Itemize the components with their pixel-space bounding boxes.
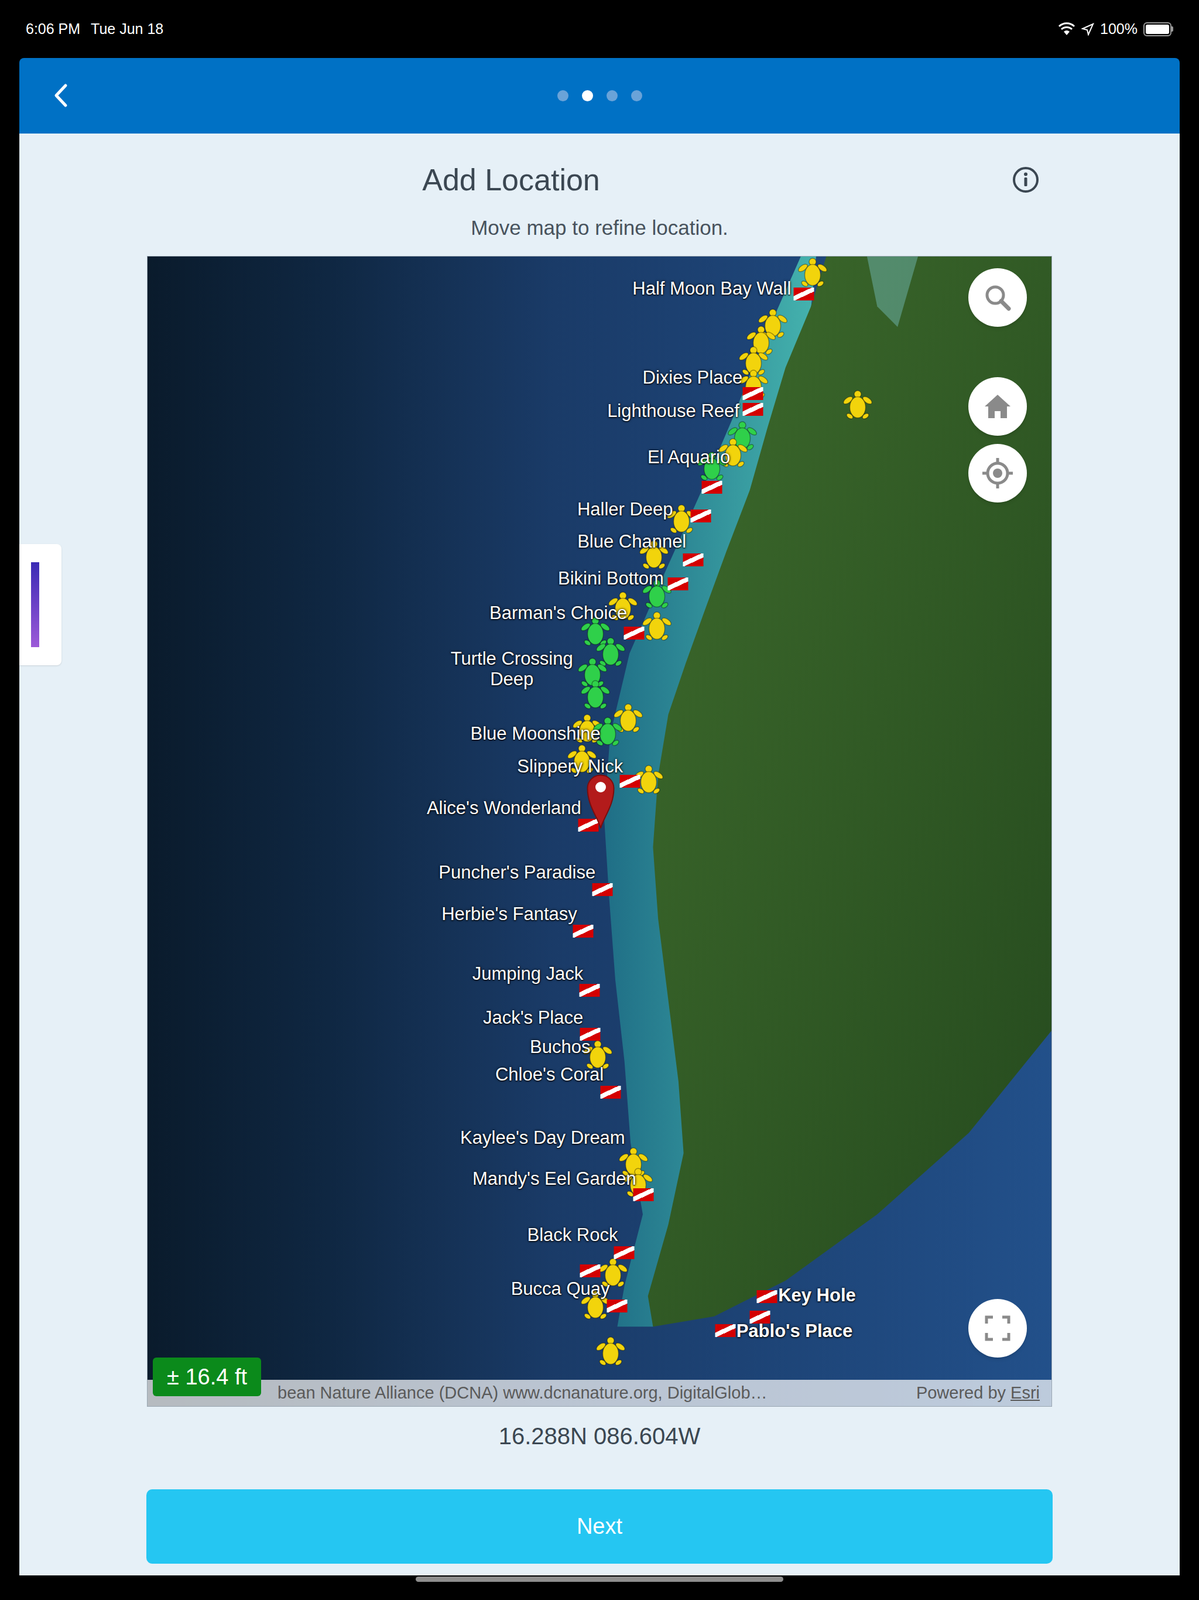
turtle-icon[interactable] bbox=[795, 256, 831, 292]
dive-flag-icon[interactable] bbox=[592, 882, 613, 896]
dive-flag-icon[interactable] bbox=[742, 402, 763, 416]
dive-site-label: Alice's Wonderland bbox=[426, 797, 582, 818]
dive-site-label: Half Moon Bay Wall bbox=[629, 278, 794, 299]
dive-flag-icon[interactable] bbox=[742, 386, 763, 400]
page-indicator bbox=[557, 90, 643, 102]
dive-site-label: Chloe's Coral bbox=[495, 1063, 604, 1085]
dive-flag-icon[interactable] bbox=[577, 818, 599, 832]
dive-site-label: Haller Deep bbox=[577, 498, 674, 519]
fullscreen-icon bbox=[984, 1314, 1011, 1341]
dive-flag-icon[interactable] bbox=[619, 774, 641, 788]
back-button[interactable] bbox=[42, 77, 78, 113]
location-arrow-icon bbox=[1081, 22, 1095, 36]
chevron-left-icon bbox=[52, 83, 68, 108]
dive-site-label: Jack's Place bbox=[482, 1006, 584, 1027]
dive-site-label: Key Hole bbox=[778, 1283, 856, 1305]
accuracy-badge: ± 16.4 ft bbox=[152, 1357, 262, 1396]
dive-site-label: Dixies Place bbox=[642, 366, 743, 387]
search-button[interactable] bbox=[968, 268, 1027, 327]
dive-site-label: Blue Moonshine bbox=[470, 722, 601, 743]
home-button[interactable] bbox=[968, 377, 1027, 436]
home-indicator bbox=[415, 1576, 784, 1582]
battery-fill bbox=[1145, 24, 1170, 34]
dive-flag-icon[interactable] bbox=[633, 1187, 654, 1201]
dive-site-label: Jumping Jack bbox=[472, 962, 584, 983]
dive-flag-icon[interactable] bbox=[573, 924, 594, 938]
dive-site-label: Bikini Bottom bbox=[557, 567, 664, 589]
status-time: 6:06 PM bbox=[25, 18, 81, 41]
dive-site-label: Lighthouse Reef bbox=[607, 400, 740, 421]
dive-flag-icon[interactable] bbox=[701, 480, 722, 494]
dive-flag-icon[interactable] bbox=[624, 626, 645, 640]
header-bar bbox=[19, 57, 1180, 134]
dive-site-label: Puncher's Paradise bbox=[438, 861, 596, 883]
turtle-icon[interactable] bbox=[593, 1334, 629, 1370]
dive-flag-icon[interactable] bbox=[579, 983, 600, 997]
esri-link[interactable]: Esri bbox=[1010, 1379, 1040, 1406]
powered-by: Powered by bbox=[916, 1379, 1006, 1406]
dive-flag-icon[interactable] bbox=[690, 509, 711, 523]
battery-percent: 100% bbox=[1100, 18, 1138, 41]
dive-site-label: Turtle Crossing Deep bbox=[429, 648, 594, 690]
dive-flag-icon[interactable] bbox=[714, 1323, 736, 1337]
dive-site-label: Pablo's Place bbox=[736, 1319, 853, 1341]
fullscreen-button[interactable] bbox=[968, 1298, 1027, 1358]
locate-button[interactable] bbox=[968, 443, 1027, 503]
page-title: Add Location bbox=[146, 161, 876, 198]
dive-flag-icon[interactable] bbox=[756, 1289, 777, 1303]
dive-flag-icon[interactable] bbox=[683, 553, 704, 567]
status-bar: 6:06 PM Tue Jun 18 100% bbox=[0, 0, 1199, 58]
home-icon bbox=[982, 392, 1013, 421]
magnifier-icon bbox=[982, 282, 1013, 313]
dive-site-label: Herbie's Fantasy bbox=[441, 903, 578, 924]
page-dot bbox=[557, 90, 569, 102]
dive-site-label: El Aquario bbox=[647, 446, 731, 467]
dive-site-label: Black Rock bbox=[526, 1223, 618, 1245]
dive-site-label: Slippery Nick bbox=[516, 755, 623, 776]
turtle-icon[interactable] bbox=[577, 678, 613, 714]
dive-site-label: Mandy's Eel Garden bbox=[472, 1167, 637, 1188]
dive-site-label: Kaylee's Day Dream bbox=[460, 1126, 626, 1148]
coordinates: 16.288N 086.604W bbox=[498, 1422, 701, 1449]
dive-site-label: Bucca Quay bbox=[511, 1278, 611, 1299]
drawer-handle-icon bbox=[31, 562, 40, 647]
dive-flag-icon[interactable] bbox=[793, 287, 814, 301]
map[interactable]: Half Moon Bay Wall Dixies Place Lighthouse… bbox=[146, 255, 1053, 1407]
page-dot bbox=[606, 90, 618, 102]
content: Add Location Move map to refine location… bbox=[19, 133, 1180, 1575]
dive-site-label: Buchos bbox=[529, 1036, 591, 1057]
dive-flag-icon[interactable] bbox=[600, 1085, 622, 1099]
subtitle: Move map to refine location. bbox=[470, 215, 729, 241]
turtle-icon[interactable] bbox=[840, 388, 876, 424]
dive-flag-icon[interactable] bbox=[580, 1263, 601, 1277]
crosshair-icon bbox=[981, 456, 1014, 490]
attribution-text: bean Nature Alliance (DCNA) www.dcnanatu… bbox=[277, 1379, 768, 1406]
dive-site-label: Blue Channel bbox=[577, 531, 687, 552]
location-pin-icon[interactable] bbox=[586, 770, 615, 829]
dive-flag-icon[interactable] bbox=[667, 577, 689, 591]
page-dot bbox=[631, 90, 643, 102]
dive-flag-icon[interactable] bbox=[613, 1245, 635, 1259]
attribution-bar: bean Nature Alliance (DCNA) www.dcnanatu… bbox=[147, 1379, 1052, 1406]
dive-site-label: Barman's Choice bbox=[489, 602, 628, 623]
side-drawer-tab[interactable] bbox=[19, 543, 62, 666]
page-dot bbox=[581, 90, 594, 102]
info-icon[interactable] bbox=[1012, 166, 1040, 194]
sheet: Add Location Move map to refine location… bbox=[19, 57, 1180, 1575]
dive-flag-icon[interactable] bbox=[606, 1299, 628, 1312]
next-button[interactable]: Next bbox=[146, 1488, 1053, 1564]
status-date: Tue Jun 18 bbox=[90, 18, 164, 41]
wifi-icon bbox=[1057, 22, 1076, 37]
battery-icon bbox=[1143, 22, 1174, 37]
